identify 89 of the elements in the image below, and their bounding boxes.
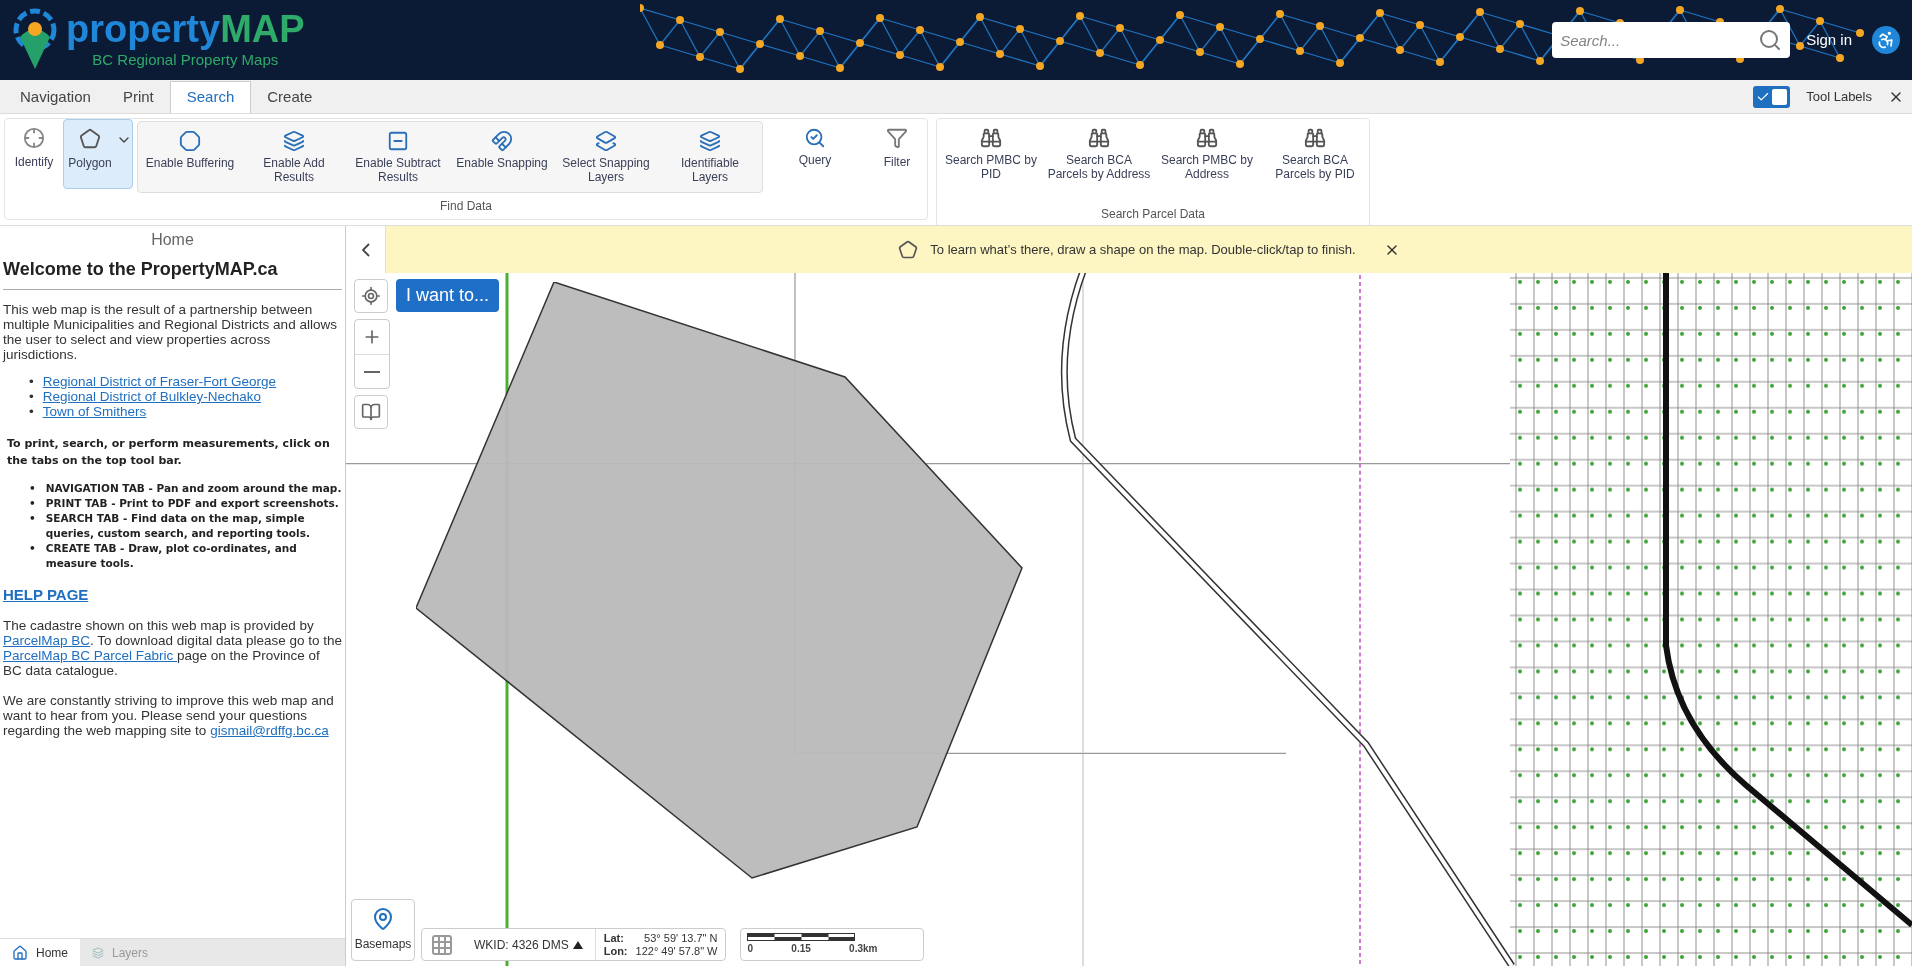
locate-button[interactable] xyxy=(354,279,388,313)
bullet-mark: • xyxy=(29,541,36,556)
tool-button[interactable]: Identifiable Layers xyxy=(658,122,762,192)
lon-label: Lon: xyxy=(603,944,628,958)
tool-button[interactable]: Query xyxy=(763,119,867,189)
bookmarks-button[interactable] xyxy=(354,395,388,429)
octagon-icon xyxy=(179,130,201,152)
search-icon xyxy=(1758,28,1783,52)
tab-description: NAVIGATION TAB - Pan and zoom around the map. xyxy=(45,481,342,496)
grid-icon xyxy=(430,932,454,957)
bullet-mark: • xyxy=(29,496,36,511)
basemaps-button[interactable]: Basemaps xyxy=(351,899,415,961)
wkid-dropdown[interactable]: WKID: 4326 DMS xyxy=(462,929,596,960)
panel-tab[interactable]: Home xyxy=(0,939,80,966)
lat-value: 53° 59' 13.7" N xyxy=(643,931,718,945)
search-icon xyxy=(804,127,826,149)
tool-button[interactable]: Search BCA Parcels by Address xyxy=(1045,119,1153,201)
tool-button[interactable]: Search PMBC by PID xyxy=(937,119,1045,201)
tool-labels-label: Tool Labels xyxy=(1806,88,1872,107)
info-paragraph: The cadastre shown on this web map is provided by ParcelMap BC. To download digital data please go to the ParcelMap BC Parcel Fabric page on the Province of BC data catalogue. xyxy=(3,618,342,678)
tool-button[interactable]: Enable Snapping xyxy=(450,122,554,192)
polygon-tool-button[interactable]: Polygon xyxy=(63,119,133,189)
tab-description: SEARCH TAB - Find data on the map, simple queries, custom search, and reporting tools. xyxy=(45,511,311,541)
inline-link[interactable]: ParcelMap BC xyxy=(3,633,91,648)
scale-label: 0.3km xyxy=(849,942,878,956)
magnet-icon xyxy=(491,130,513,152)
layers-icon xyxy=(699,130,721,152)
tool-labels-toggle[interactable] xyxy=(1753,86,1791,108)
tool-button[interactable]: Enable Buffering xyxy=(138,122,242,192)
welcome-heading: Welcome to the PropertyMAP.ca xyxy=(3,262,279,277)
sign-in-link[interactable]: Sign in xyxy=(1806,28,1852,52)
tool-button[interactable]: Search BCA Parcels by PID xyxy=(1261,119,1369,201)
book-icon xyxy=(361,402,381,422)
ribbon-tab[interactable]: Search xyxy=(169,81,252,113)
chevron-left-icon xyxy=(361,242,370,257)
scale-bar-icon xyxy=(747,933,856,941)
i-want-to-button[interactable]: I want to... xyxy=(396,279,500,312)
tool-button[interactable]: Identify xyxy=(5,119,63,189)
lat-label: Lat: xyxy=(603,931,625,945)
info-paragraph: We are constantly striving to improve this web map and want to hear from you. Please send your questions regarding the web mapping site to gismail@rdffg.bc.ca xyxy=(3,693,335,738)
bullet-mark: • xyxy=(29,389,34,404)
tool-button[interactable]: Search PMBC by Address xyxy=(1153,119,1261,201)
filter-icon xyxy=(886,127,908,149)
polygon-icon xyxy=(79,128,101,150)
help-page-link[interactable]: HELP PAGE xyxy=(3,587,89,602)
polygon-icon xyxy=(898,239,919,260)
group-label: Search Parcel Data xyxy=(1100,206,1206,223)
locate-icon xyxy=(361,286,381,306)
district-link[interactable]: Town of Smithers xyxy=(42,404,147,419)
bullet-mark: • xyxy=(29,374,34,389)
ribbon-tab[interactable]: Print xyxy=(106,81,170,113)
bullet-mark: • xyxy=(29,511,36,526)
panel-title: Home xyxy=(151,231,194,248)
intro-text: This web map is the result of a partnership between multiple Municipalities and Regional Districts and allows the user to select and view properties across jurisdictions. xyxy=(3,302,338,362)
ribbon-tab[interactable]: Create xyxy=(251,81,329,113)
tool-button[interactable]: Enable Add Results xyxy=(242,122,346,192)
district-link[interactable]: Regional District of Fraser-Fort George xyxy=(42,374,277,389)
binoculars-icon xyxy=(1304,127,1326,149)
binoculars-icon xyxy=(980,127,1002,149)
lon-value: 122° 49' 57.8" W xyxy=(635,944,718,958)
search-field[interactable]: Search... xyxy=(1552,22,1791,58)
tool-button[interactable]: Enable Subtract Results xyxy=(346,122,450,192)
inline-link[interactable]: gismail@rdffg.bc.ca xyxy=(210,723,329,738)
ribbon-tab[interactable]: Navigation xyxy=(4,81,107,113)
layers-icon xyxy=(595,130,617,152)
bullet-mark: • xyxy=(29,481,36,496)
tool-button[interactable]: Select Snapping Layers xyxy=(554,122,658,192)
district-link[interactable]: Regional District of Bulkley-Nechako xyxy=(42,389,262,404)
inline-link[interactable]: ParcelMap BC Parcel Fabric xyxy=(3,648,178,663)
check-icon xyxy=(1756,90,1771,104)
group-label: Find Data xyxy=(440,198,492,215)
tab-description: PRINT TAB - Print to PDF and export screenshots. xyxy=(45,496,339,511)
minus-icon xyxy=(364,370,380,373)
binoculars-icon xyxy=(1196,127,1218,149)
bullet-mark: • xyxy=(29,404,34,419)
layers-icon xyxy=(283,130,305,152)
accessibility-icon[interactable] xyxy=(1872,26,1900,54)
map-pin-icon xyxy=(371,907,395,931)
banner-text: To learn what’s there, draw a shape on the map. Double-click/tap to finish. xyxy=(930,240,1356,259)
square-minus-icon xyxy=(387,130,409,152)
scale-label: 0.15 xyxy=(791,942,811,956)
tool-button[interactable]: Filter xyxy=(867,119,927,189)
scale-label: 0 xyxy=(747,942,754,956)
tab-description: CREATE TAB - Draw, plot co-ordinates, and measure tools. xyxy=(45,541,298,571)
binoculars-icon xyxy=(1088,127,1110,149)
instructions-text: To print, search, or perform measurements, click on the tabs on the top tool bar. xyxy=(6,436,331,469)
logo-title: propertyMAP xyxy=(66,8,305,49)
logo-subtitle: BC Regional Property Maps xyxy=(92,50,279,70)
crosshair-icon xyxy=(23,127,45,149)
